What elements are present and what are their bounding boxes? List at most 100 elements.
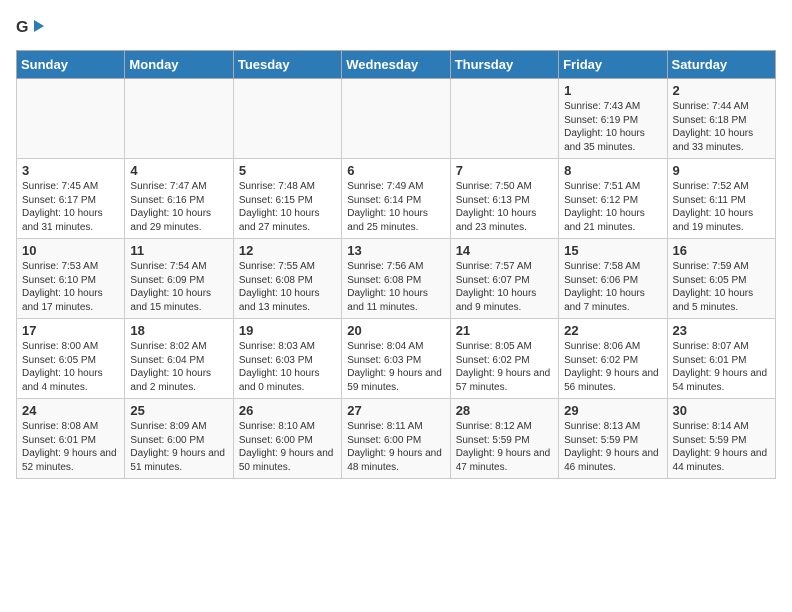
calendar-day-cell: 19Sunrise: 8:03 AM Sunset: 6:03 PM Dayli… <box>233 319 341 399</box>
day-info: Sunrise: 7:55 AM Sunset: 6:08 PM Dayligh… <box>239 260 336 314</box>
calendar-week-row: 10 Sunrise: 7:53 AM Sunset: 6:10 PM Dayli… <box>17 239 776 319</box>
day-info: Sunrise: 7:44 AM Sunset: 6:18 PM Dayligh… <box>673 100 770 154</box>
day-number: 5 <box>239 163 336 178</box>
calendar-day-cell: 27 Sunrise: 8:11 AM Sunset: 6:00 PM Dayli… <box>342 399 450 479</box>
calendar-day-cell: 4 Sunrise: 7:47 AM Sunset: 6:16 PM Daylig… <box>125 159 233 239</box>
calendar-day-cell: 18 Sunrise: 8:02 AM Sunset: 6:04 PM Dayli… <box>125 319 233 399</box>
day-number: 28 <box>456 403 553 418</box>
day-number: 3 <box>22 163 119 178</box>
day-number: 9 <box>673 163 770 178</box>
calendar-day-cell <box>450 79 558 159</box>
header-row: SundayMondayTuesdayWednesdayThursdayFrid… <box>17 51 776 79</box>
calendar-day-cell: 26 Sunrise: 8:10 AM Sunset: 6:00 PM Dayli… <box>233 399 341 479</box>
calendar-day-cell: 2 Sunrise: 7:44 AM Sunset: 6:18 PM Daylig… <box>667 79 775 159</box>
day-number: 19 <box>239 323 336 338</box>
day-info: Sunrise: 8:02 AM Sunset: 6:04 PM Dayligh… <box>130 340 227 394</box>
day-info: Sunrise: 7:43 AM Sunset: 6:19 PM Dayligh… <box>564 100 661 154</box>
calendar-day-cell: 12 Sunrise: 7:55 AM Sunset: 6:08 PM Dayli… <box>233 239 341 319</box>
calendar-day-cell: 9 Sunrise: 7:52 AM Sunset: 6:11 PM Daylig… <box>667 159 775 239</box>
day-number: 13 <box>347 243 444 258</box>
day-number: 30 <box>673 403 770 418</box>
day-info: Sunrise: 8:08 AM Sunset: 6:01 PM Dayligh… <box>22 420 119 474</box>
weekday-header: Saturday <box>667 51 775 79</box>
weekday-header: Wednesday <box>342 51 450 79</box>
day-info: Sunrise: 7:52 AM Sunset: 6:11 PM Dayligh… <box>673 180 770 234</box>
day-info: Sunrise: 8:13 AM Sunset: 5:59 PM Dayligh… <box>564 420 661 474</box>
calendar-day-cell <box>233 79 341 159</box>
svg-text:G: G <box>16 19 28 36</box>
day-info: Sunrise: 7:47 AM Sunset: 6:16 PM Dayligh… <box>130 180 227 234</box>
day-info: Sunrise: 8:07 AM Sunset: 6:01 PM Dayligh… <box>673 340 770 394</box>
day-info: Sunrise: 8:00 AM Sunset: 6:05 PM Dayligh… <box>22 340 119 394</box>
calendar-day-cell: 5 Sunrise: 7:48 AM Sunset: 6:15 PM Daylig… <box>233 159 341 239</box>
calendar-day-cell: 17 Sunrise: 8:00 AM Sunset: 6:05 PM Dayli… <box>17 319 125 399</box>
day-number: 21 <box>456 323 553 338</box>
day-info: Sunrise: 7:49 AM Sunset: 6:14 PM Dayligh… <box>347 180 444 234</box>
day-info: Sunrise: 7:50 AM Sunset: 6:13 PM Dayligh… <box>456 180 553 234</box>
calendar-week-row: 1Sunrise: 7:43 AM Sunset: 6:19 PM Daylig… <box>17 79 776 159</box>
day-number: 14 <box>456 243 553 258</box>
day-info: Sunrise: 8:10 AM Sunset: 6:00 PM Dayligh… <box>239 420 336 474</box>
calendar-day-cell: 15 Sunrise: 7:58 AM Sunset: 6:06 PM Dayli… <box>559 239 667 319</box>
day-info: Sunrise: 7:48 AM Sunset: 6:15 PM Dayligh… <box>239 180 336 234</box>
calendar-table: SundayMondayTuesdayWednesdayThursdayFrid… <box>16 50 776 479</box>
weekday-header: Thursday <box>450 51 558 79</box>
weekday-header: Sunday <box>17 51 125 79</box>
calendar-body: 1Sunrise: 7:43 AM Sunset: 6:19 PM Daylig… <box>17 79 776 479</box>
day-info: Sunrise: 8:14 AM Sunset: 5:59 PM Dayligh… <box>673 420 770 474</box>
day-number: 26 <box>239 403 336 418</box>
calendar-week-row: 3 Sunrise: 7:45 AM Sunset: 6:17 PM Daylig… <box>17 159 776 239</box>
calendar-day-cell: 11 Sunrise: 7:54 AM Sunset: 6:09 PM Dayli… <box>125 239 233 319</box>
calendar-day-cell: 16 Sunrise: 7:59 AM Sunset: 6:05 PM Dayli… <box>667 239 775 319</box>
day-number: 6 <box>347 163 444 178</box>
calendar-day-cell <box>342 79 450 159</box>
calendar-day-cell: 10 Sunrise: 7:53 AM Sunset: 6:10 PM Dayli… <box>17 239 125 319</box>
calendar-day-cell: 13Sunrise: 7:56 AM Sunset: 6:08 PM Dayli… <box>342 239 450 319</box>
day-info: Sunrise: 7:59 AM Sunset: 6:05 PM Dayligh… <box>673 260 770 314</box>
day-number: 17 <box>22 323 119 338</box>
calendar-day-cell: 25Sunrise: 8:09 AM Sunset: 6:00 PM Dayli… <box>125 399 233 479</box>
calendar-week-row: 24 Sunrise: 8:08 AM Sunset: 6:01 PM Dayli… <box>17 399 776 479</box>
day-number: 11 <box>130 243 227 258</box>
calendar-day-cell: 30 Sunrise: 8:14 AM Sunset: 5:59 PM Dayli… <box>667 399 775 479</box>
calendar-day-cell: 23 Sunrise: 8:07 AM Sunset: 6:01 PM Dayli… <box>667 319 775 399</box>
day-number: 16 <box>673 243 770 258</box>
calendar-day-cell: 29Sunrise: 8:13 AM Sunset: 5:59 PM Dayli… <box>559 399 667 479</box>
day-number: 10 <box>22 243 119 258</box>
day-number: 22 <box>564 323 661 338</box>
day-number: 23 <box>673 323 770 338</box>
logo-icon: G <box>16 16 44 38</box>
day-info: Sunrise: 7:51 AM Sunset: 6:12 PM Dayligh… <box>564 180 661 234</box>
day-number: 15 <box>564 243 661 258</box>
weekday-header: Monday <box>125 51 233 79</box>
page-header: G <box>16 16 776 38</box>
calendar-day-cell: 24 Sunrise: 8:08 AM Sunset: 6:01 PM Dayli… <box>17 399 125 479</box>
day-info: Sunrise: 7:54 AM Sunset: 6:09 PM Dayligh… <box>130 260 227 314</box>
calendar-day-cell <box>17 79 125 159</box>
day-number: 12 <box>239 243 336 258</box>
calendar-week-row: 17 Sunrise: 8:00 AM Sunset: 6:05 PM Dayli… <box>17 319 776 399</box>
day-info: Sunrise: 8:11 AM Sunset: 6:00 PM Dayligh… <box>347 420 444 474</box>
day-number: 4 <box>130 163 227 178</box>
day-info: Sunrise: 8:04 AM Sunset: 6:03 PM Dayligh… <box>347 340 444 394</box>
day-number: 24 <box>22 403 119 418</box>
day-info: Sunrise: 8:06 AM Sunset: 6:02 PM Dayligh… <box>564 340 661 394</box>
day-number: 18 <box>130 323 227 338</box>
calendar-day-cell: 8 Sunrise: 7:51 AM Sunset: 6:12 PM Daylig… <box>559 159 667 239</box>
day-info: Sunrise: 7:58 AM Sunset: 6:06 PM Dayligh… <box>564 260 661 314</box>
calendar-day-cell <box>125 79 233 159</box>
calendar-day-cell: 21Sunrise: 8:05 AM Sunset: 6:02 PM Dayli… <box>450 319 558 399</box>
calendar-day-cell: 20 Sunrise: 8:04 AM Sunset: 6:03 PM Dayli… <box>342 319 450 399</box>
day-info: Sunrise: 7:45 AM Sunset: 6:17 PM Dayligh… <box>22 180 119 234</box>
day-info: Sunrise: 8:12 AM Sunset: 5:59 PM Dayligh… <box>456 420 553 474</box>
day-number: 27 <box>347 403 444 418</box>
weekday-header: Friday <box>559 51 667 79</box>
calendar-day-cell: 7Sunrise: 7:50 AM Sunset: 6:13 PM Daylig… <box>450 159 558 239</box>
day-number: 25 <box>130 403 227 418</box>
day-number: 8 <box>564 163 661 178</box>
calendar-day-cell: 6 Sunrise: 7:49 AM Sunset: 6:14 PM Daylig… <box>342 159 450 239</box>
logo: G <box>16 16 48 38</box>
day-number: 2 <box>673 83 770 98</box>
day-number: 20 <box>347 323 444 338</box>
day-info: Sunrise: 7:53 AM Sunset: 6:10 PM Dayligh… <box>22 260 119 314</box>
